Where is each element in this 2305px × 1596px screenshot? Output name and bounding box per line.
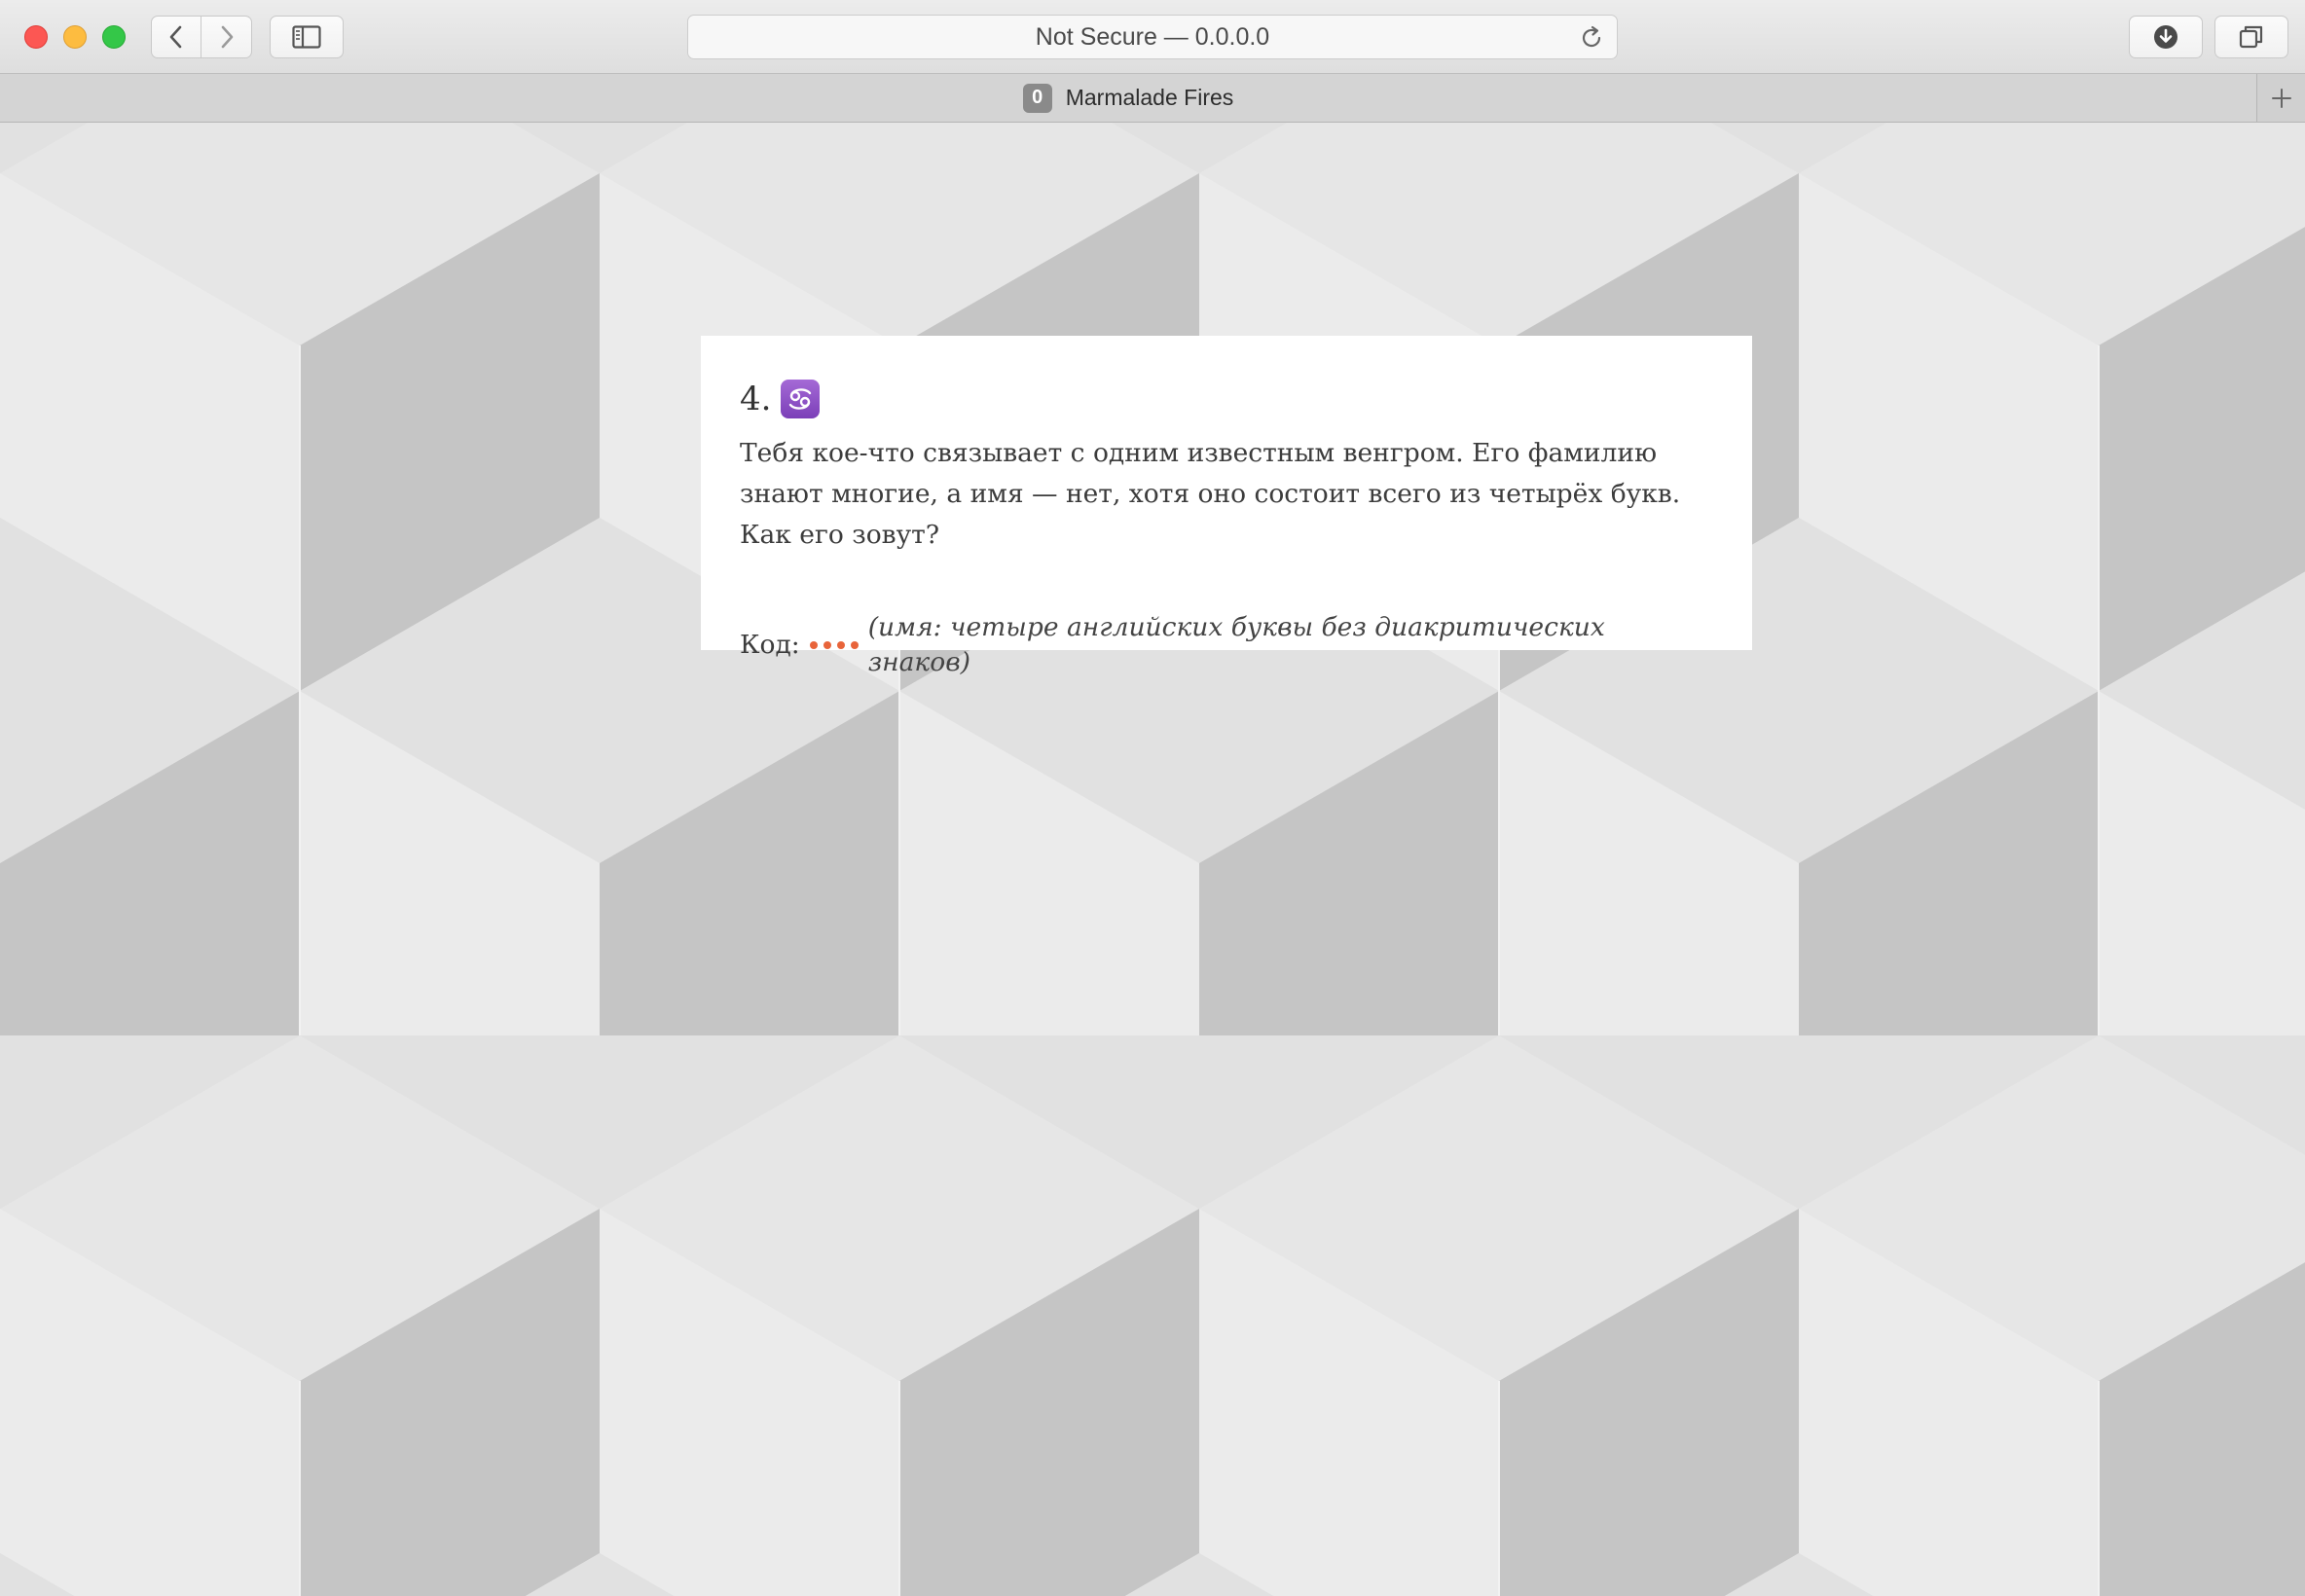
question-heading: 4.	[740, 379, 1713, 419]
code-line: Код: (имя: четыре английских буквы без д…	[740, 610, 1713, 680]
code-label: Код:	[740, 630, 800, 660]
reload-button[interactable]	[1578, 24, 1605, 52]
tabs-overview-icon	[2239, 25, 2263, 49]
sidebar-icon	[292, 25, 321, 49]
question-number: 4.	[740, 380, 772, 418]
tab-marmalade-fires[interactable]: 0 Marmalade Fires	[0, 74, 2256, 122]
code-placeholder-dot	[809, 641, 818, 649]
address-text: Not Secure — 0.0.0.0	[1035, 22, 1270, 51]
close-window-button[interactable]	[24, 25, 48, 49]
code-placeholder-dot	[850, 641, 859, 649]
tab-title: Marmalade Fires	[1065, 85, 1234, 110]
navigation-buttons	[151, 16, 252, 58]
code-hint: (имя: четыре английских буквы без диакри…	[867, 612, 1605, 677]
code-placeholder-dot	[836, 641, 845, 649]
question-text: Тебя кое-что связывает с одним известным…	[740, 438, 1681, 550]
tab-bar: 0 Marmalade Fires	[0, 74, 2305, 123]
forward-button[interactable]	[201, 16, 252, 58]
page-content: 4. Тебя кое-что связывает с одним извест…	[0, 123, 2305, 1596]
browser-window: Not Secure — 0.0.0.0 0 Marmalade Fires 4…	[0, 0, 2305, 1596]
minimize-window-button[interactable]	[63, 25, 87, 49]
tabs-overview-button[interactable]	[2214, 16, 2288, 58]
chevron-right-icon	[221, 25, 233, 49]
plus-icon	[2271, 88, 2291, 108]
new-tab-button[interactable]	[2256, 74, 2305, 122]
chevron-left-icon	[169, 25, 182, 49]
sidebar-button[interactable]	[270, 16, 344, 58]
address-bar[interactable]: Not Secure — 0.0.0.0	[687, 15, 1618, 59]
code-placeholder-dot	[823, 641, 831, 649]
reload-icon	[1582, 25, 1601, 48]
code-input[interactable]	[809, 641, 859, 649]
download-icon	[2154, 25, 2177, 49]
maximize-window-button[interactable]	[102, 25, 126, 49]
back-button[interactable]	[151, 16, 201, 58]
question-card: 4. Тебя кое-что связывает с одним извест…	[701, 336, 1752, 677]
cancer-zodiac-icon	[781, 380, 821, 418]
browser-toolbar: Not Secure — 0.0.0.0	[0, 0, 2305, 74]
downloads-button[interactable]	[2129, 16, 2203, 58]
tab-badge: 0	[1022, 83, 1052, 113]
